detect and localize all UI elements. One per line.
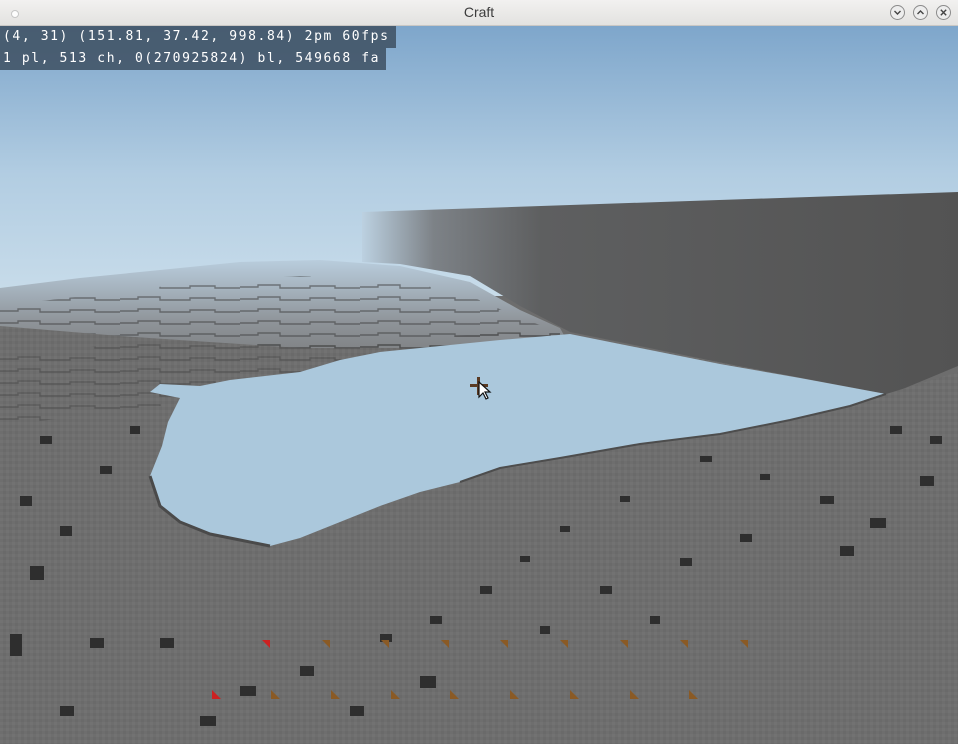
maximize-icon	[917, 10, 924, 15]
title-bar[interactable]: Craft	[0, 0, 958, 26]
minimize-icon	[894, 10, 901, 15]
minimize-button[interactable]	[890, 5, 905, 20]
mouse-pointer-icon	[478, 381, 492, 400]
maximize-button[interactable]	[913, 5, 928, 20]
game-viewport[interactable]: (4, 31) (151.81, 37.42, 998.84) 2pm 60fp…	[0, 26, 958, 744]
close-button[interactable]	[936, 5, 951, 20]
app-window: Craft (4, 31) (151.81, 37.42, 998.84) 2p…	[0, 0, 958, 744]
hud-stats-line: 1 pl, 513 ch, 0(270925824) bl, 549668 fa	[0, 48, 387, 70]
close-icon	[940, 9, 947, 16]
hud-position-line: (4, 31) (151.81, 37.42, 998.84) 2pm 60fp…	[0, 26, 396, 48]
window-title: Craft	[463, 4, 495, 20]
